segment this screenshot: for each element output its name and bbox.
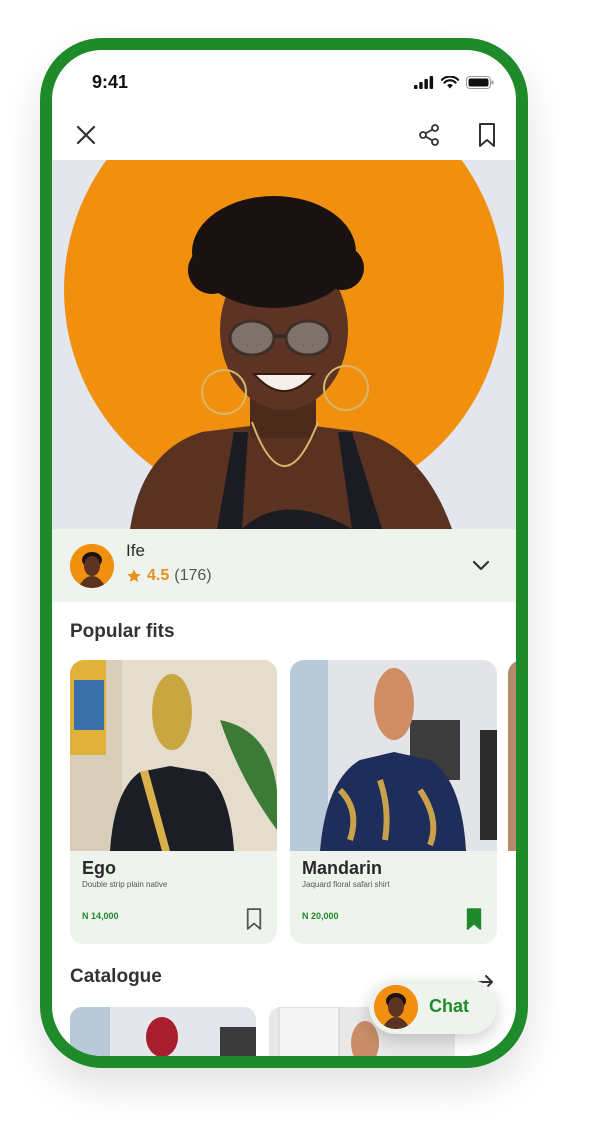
catalogue-item[interactable]	[70, 1007, 256, 1056]
rating: 4.5 (176)	[126, 567, 212, 585]
chevron-down-icon	[472, 560, 490, 571]
fit-description: Double strip plain native	[82, 880, 168, 889]
fit-photo	[290, 660, 497, 851]
close-icon	[76, 125, 96, 145]
status-time: 9:41	[92, 72, 129, 92]
catalogue-heading: Catalogue	[70, 966, 162, 987]
status-icons	[414, 76, 494, 89]
fit-card-peek[interactable]	[508, 660, 516, 851]
expand-profile-button[interactable]	[466, 551, 496, 581]
app-screen: 9:41 Ife 4.5 (176) Popular fits Ego Doub…	[52, 50, 516, 1056]
phone-frame: 9:41 Ife 4.5 (176) Popular fits Ego Doub…	[40, 38, 528, 1068]
fit-price: N 20,000	[302, 911, 339, 921]
signal-icon	[414, 76, 434, 89]
fit-description: Jaquard floral safari shirt	[302, 880, 390, 889]
avatar	[374, 985, 418, 1029]
fit-photo	[70, 660, 277, 851]
bookmark-button[interactable]	[470, 118, 504, 152]
fit-card-ego[interactable]: Ego Double strip plain native N 14,000	[70, 660, 277, 944]
share-icon	[419, 124, 439, 146]
popular-fits-carousel[interactable]: Ego Double strip plain native N 14,000 M…	[70, 660, 516, 946]
star-icon	[127, 569, 141, 582]
rating-value: 4.5	[147, 567, 170, 584]
fit-price: N 14,000	[82, 911, 119, 921]
review-count: (176)	[174, 567, 212, 584]
portrait-illustration	[52, 160, 516, 529]
designer-name: Ife	[126, 541, 145, 560]
save-fit-button[interactable]	[463, 906, 485, 932]
battery-icon	[466, 76, 494, 89]
bookmark-icon	[479, 123, 495, 147]
chat-label: Chat	[429, 996, 469, 1016]
avatar	[70, 544, 114, 588]
popular-fits-heading: Popular fits	[70, 621, 175, 642]
close-button[interactable]	[69, 118, 103, 152]
fit-name: Mandarin	[302, 858, 383, 878]
bookmark-filled-icon	[466, 908, 482, 930]
wifi-icon	[441, 76, 459, 89]
top-nav-bar	[52, 110, 516, 160]
chat-button[interactable]: Chat	[369, 980, 497, 1034]
fit-name: Ego	[82, 858, 116, 878]
share-button[interactable]	[412, 118, 446, 152]
hero-photo	[52, 160, 516, 529]
save-fit-button[interactable]	[243, 906, 265, 932]
bookmark-icon	[246, 908, 262, 930]
fit-card-mandarin[interactable]: Mandarin Jaquard floral safari shirt N 2…	[290, 660, 497, 944]
status-bar: 9:41	[52, 50, 516, 110]
designer-profile-bar[interactable]: Ife 4.5 (176)	[52, 529, 516, 602]
